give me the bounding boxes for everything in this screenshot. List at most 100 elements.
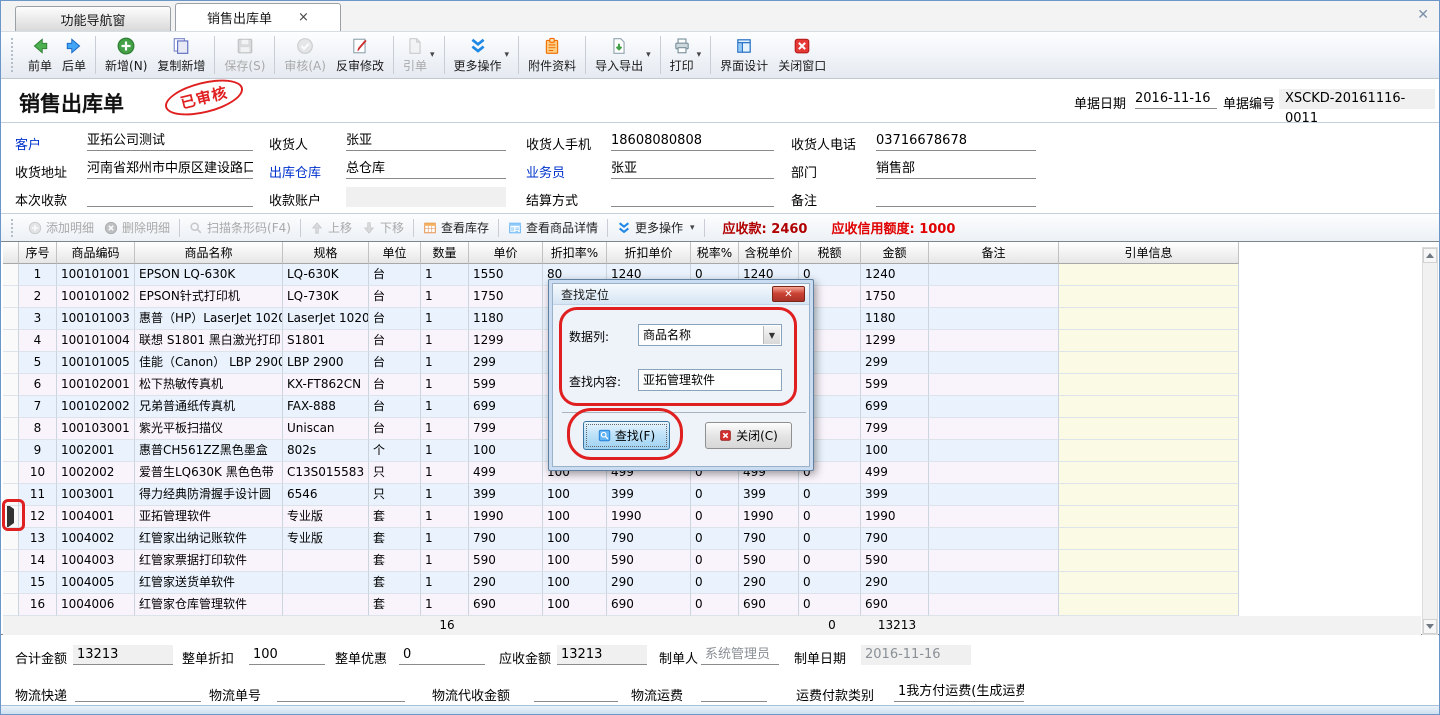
table-cell[interactable]: 只 (369, 484, 421, 506)
scroll-up-button[interactable] (1423, 248, 1437, 263)
footer-field-value[interactable]: 100 (249, 645, 325, 665)
table-header-cell[interactable]: 规格 (283, 242, 369, 264)
table-cell[interactable]: 红管家送货单软件 (135, 572, 283, 594)
table-cell[interactable] (1059, 330, 1239, 352)
table-cell[interactable] (929, 462, 1059, 484)
table-cell[interactable]: 100101004 (57, 330, 135, 352)
table-header-cell[interactable]: 备注 (929, 242, 1059, 264)
table-cell[interactable] (1059, 572, 1239, 594)
table-cell[interactable] (1059, 506, 1239, 528)
table-cell[interactable] (929, 484, 1059, 506)
table-cell[interactable] (929, 374, 1059, 396)
table-cell[interactable]: 100 (543, 484, 607, 506)
table-cell[interactable]: 0 (691, 572, 739, 594)
table-cell[interactable]: 1 (421, 462, 469, 484)
table-cell[interactable]: 1 (421, 440, 469, 462)
table-cell[interactable]: 3 (19, 308, 57, 330)
table-cell[interactable]: 台 (369, 352, 421, 374)
form-field-value[interactable]: 张亚 (611, 159, 774, 179)
table-cell[interactable]: 套 (369, 572, 421, 594)
table-cell[interactable]: 1002001 (57, 440, 135, 462)
table-cell[interactable]: 个 (369, 440, 421, 462)
row-indicator-cell[interactable] (3, 286, 19, 308)
table-cell[interactable]: 只 (369, 462, 421, 484)
table-cell[interactable]: 699 (469, 396, 543, 418)
table-cell[interactable]: 5 (19, 352, 57, 374)
toolbar-button[interactable]: 保存(S) (219, 36, 270, 75)
row-indicator-cell[interactable] (3, 572, 19, 594)
table-cell[interactable]: 290 (861, 572, 929, 594)
table-cell[interactable]: 惠普（HP）LaserJet 1020 (135, 308, 283, 330)
table-header-cell[interactable]: 单位 (369, 242, 421, 264)
table-cell[interactable]: 1 (421, 528, 469, 550)
tab-function-navigator[interactable]: 功能导航窗 (15, 6, 171, 31)
table-cell[interactable]: 790 (469, 528, 543, 550)
form-field-value[interactable]: 销售部 (876, 159, 1036, 179)
dropdown-caret-icon[interactable]: ▾ (430, 50, 435, 60)
table-row[interactable]: 121004001亚拓管理软件专业版套119901001990019900199… (1, 506, 1239, 528)
table-cell[interactable]: 690 (607, 594, 691, 616)
form-field-value[interactable] (346, 187, 506, 207)
form-field-value[interactable]: 张亚 (346, 131, 506, 151)
table-cell[interactable]: 爱普生LQ630K 黑色色带 (135, 462, 283, 484)
footer-field-value[interactable] (701, 682, 767, 702)
table-cell[interactable]: 8 (19, 418, 57, 440)
table-cell[interactable]: 100103001 (57, 418, 135, 440)
table-cell[interactable]: 790 (861, 528, 929, 550)
table-cell[interactable] (929, 264, 1059, 286)
table-cell[interactable]: EPSON LQ-630K (135, 264, 283, 286)
row-indicator-cell[interactable] (3, 374, 19, 396)
table-cell[interactable]: 599 (469, 374, 543, 396)
table-row[interactable]: 161004006红管家仓库管理软件套169010069006900690 (1, 594, 1239, 616)
table-cell[interactable]: 0 (799, 528, 861, 550)
table-cell[interactable] (1059, 550, 1239, 572)
table-cell[interactable]: 1990 (739, 506, 799, 528)
table-cell[interactable] (1059, 484, 1239, 506)
table-cell[interactable]: 台 (369, 418, 421, 440)
search-content-input[interactable]: 亚拓管理软件 (638, 369, 782, 391)
table-header-cell[interactable]: 含税单价 (739, 242, 799, 264)
table-cell[interactable] (1059, 374, 1239, 396)
table-cell[interactable]: 299 (469, 352, 543, 374)
table-cell[interactable] (929, 308, 1059, 330)
table-cell[interactable]: 0 (691, 506, 739, 528)
table-header-cell[interactable]: 折扣单价 (607, 242, 691, 264)
table-cell[interactable]: 专业版 (283, 506, 369, 528)
row-indicator-cell[interactable] (3, 484, 19, 506)
scroll-down-button[interactable] (1423, 619, 1437, 634)
table-cell[interactable]: 290 (469, 572, 543, 594)
table-cell[interactable]: 4 (19, 330, 57, 352)
table-cell[interactable] (929, 572, 1059, 594)
table-cell[interactable]: 399 (607, 484, 691, 506)
table-header-cell[interactable]: 单价 (469, 242, 543, 264)
table-cell[interactable]: LBP 2900 (283, 352, 369, 374)
table-cell[interactable]: 1003001 (57, 484, 135, 506)
table-cell[interactable]: 专业版 (283, 528, 369, 550)
table-cell[interactable]: 台 (369, 396, 421, 418)
toolbar-button[interactable]: 关闭窗口 (773, 36, 831, 75)
table-row[interactable]: 141004003红管家票据打印软件套159010059005900590 (1, 550, 1239, 572)
table-cell[interactable]: 台 (369, 286, 421, 308)
table-cell[interactable] (929, 330, 1059, 352)
dropdown-caret-icon[interactable]: ▾ (697, 50, 702, 60)
toolbar-button[interactable]: 审核(A) (279, 36, 331, 75)
table-cell[interactable]: 590 (607, 550, 691, 572)
toolbar-button[interactable]: 复制新增 (152, 36, 210, 75)
footer-field-value[interactable]: 13213 (73, 645, 173, 665)
footer-field-value[interactable] (75, 682, 201, 702)
data-column-select[interactable]: 商品名称 ▼ (638, 324, 782, 346)
table-cell[interactable] (929, 352, 1059, 374)
table-cell[interactable] (1059, 594, 1239, 616)
table-cell[interactable]: 1990 (861, 506, 929, 528)
table-cell[interactable]: 1750 (861, 286, 929, 308)
form-field-value[interactable]: 总仓库 (346, 159, 506, 179)
tab-close-icon[interactable]: × (298, 10, 309, 25)
table-cell[interactable]: 台 (369, 308, 421, 330)
table-cell[interactable]: 100101001 (57, 264, 135, 286)
toolbar-button[interactable]: 新增(N) (100, 36, 152, 75)
table-cell[interactable]: 599 (861, 374, 929, 396)
table-cell[interactable]: 7 (19, 396, 57, 418)
table-cell[interactable]: 0 (799, 594, 861, 616)
table-cell[interactable]: 802s (283, 440, 369, 462)
table-cell[interactable]: 1 (421, 396, 469, 418)
